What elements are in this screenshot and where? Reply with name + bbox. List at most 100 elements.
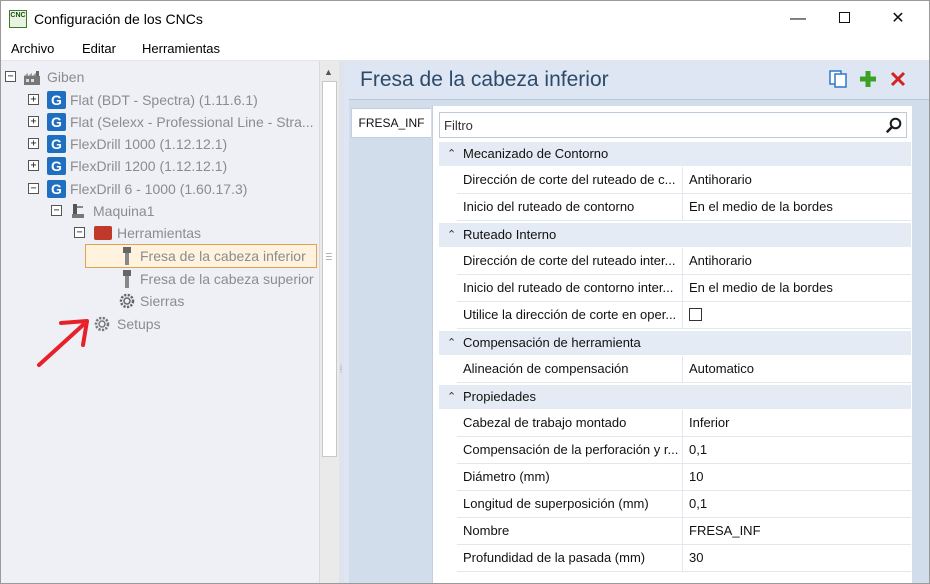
property-value[interactable]: Antihorario (686, 248, 910, 274)
tree-label-giben: Giben (47, 69, 85, 85)
category-row[interactable]: ⌃ Mecanizado de Contorno (439, 142, 911, 166)
toolbox-icon (94, 226, 112, 240)
property-value[interactable]: Inferior (686, 410, 910, 436)
property-value[interactable]: 30 (686, 545, 910, 571)
property-value[interactable]: En el medio de la bordes (686, 194, 910, 220)
property-name: Diámetro (mm) (459, 464, 683, 491)
maximize-button[interactable] (821, 1, 867, 37)
add-icon[interactable] (858, 69, 878, 89)
machine-icon (72, 204, 84, 218)
tree-node-cnc[interactable]: + G FlexDrill 1000 (1.12.12.1) (1, 133, 317, 155)
property-grid: ⌃ Mecanizado de Contorno Dirección de co… (432, 106, 912, 583)
mill-tool-icon (123, 270, 131, 288)
category-row[interactable]: ⌃ Ruteado Interno (439, 223, 911, 247)
giben-g-icon: G (47, 113, 66, 131)
collapse-chevron-icon[interactable]: ⌃ (447, 223, 456, 247)
search-icon[interactable] (886, 117, 902, 133)
property-row[interactable]: Nombre FRESA_INF (457, 518, 911, 545)
tab-fresa-inf[interactable]: FRESA_INF (351, 108, 431, 138)
filter-input[interactable] (444, 115, 864, 135)
tree-label-machine: Maquina1 (93, 203, 155, 219)
property-row[interactable]: Inicio del ruteado de contorno En el med… (457, 194, 911, 221)
property-value[interactable]: Antihorario (686, 167, 910, 193)
copy-icon[interactable] (828, 69, 848, 89)
tree-node-cnc[interactable]: + G Flat (BDT - Spectra) (1.11.6.1) (1, 89, 317, 111)
collapse-chevron-icon[interactable]: ⌃ (447, 331, 456, 355)
scroll-up-arrow-icon[interactable]: ▲ (324, 67, 333, 77)
menu-archivo[interactable]: Archivo (11, 41, 54, 56)
property-name: Inicio del ruteado de contorno inter... (459, 275, 683, 302)
tree-node-giben[interactable]: − Giben (1, 66, 301, 88)
expand-icon[interactable]: + (28, 160, 39, 171)
property-row[interactable]: Dirección de corte del ruteado de c... A… (457, 167, 911, 194)
tree-node-lower-mill[interactable]: Fresa de la cabeza inferior (1, 245, 317, 267)
splitter-grip-icon: ⁞ ⁞ (340, 365, 342, 375)
expand-icon[interactable]: + (28, 116, 39, 127)
property-name: Utilice la dirección de corte en oper... (459, 302, 683, 329)
tree-label-setups: Setups (117, 316, 161, 332)
giben-g-icon: G (47, 180, 66, 198)
tree-node-saws[interactable]: Sierras (1, 290, 317, 312)
category-label: Mecanizado de Contorno (463, 146, 609, 161)
tree-node-cnc[interactable]: − G FlexDrill 6 - 1000 (1.60.17.3) (1, 178, 317, 200)
property-row[interactable]: Compensación de la perforación y r... 0,… (457, 437, 911, 464)
property-name: Inicio del ruteado de contorno (459, 194, 683, 221)
property-row[interactable]: Utilice la dirección de corte en oper... (457, 302, 911, 329)
cnc-app-icon: CNC (9, 10, 27, 28)
menu-herramientas[interactable]: Herramientas (142, 41, 220, 56)
tree-label-cnc: FlexDrill 1000 (1.12.12.1) (70, 136, 228, 152)
window-title: Configuración de los CNCs (34, 11, 203, 27)
property-value[interactable]: Automatico (686, 356, 910, 382)
tree-node-tools[interactable]: − Herramientas (1, 222, 317, 244)
menu-editar[interactable]: Editar (82, 41, 116, 56)
property-name: Cabezal de trabajo montado (459, 410, 683, 437)
expand-icon[interactable]: + (28, 94, 39, 105)
tree-scrollbar[interactable]: ▲ ─ ─ ─ (319, 61, 339, 583)
property-row[interactable]: Alineación de compensación Automatico (457, 356, 911, 383)
property-name: Dirección de corte del ruteado de c... (459, 167, 683, 194)
tree-node-cnc[interactable]: + G FlexDrill 1200 (1.12.12.1) (1, 155, 317, 177)
category-row[interactable]: ⌃ Propiedades (439, 385, 911, 409)
cnc-tree: − Giben + G Flat (BDT - Spectra) (1.11.6… (1, 61, 319, 583)
tree-label-saws: Sierras (140, 293, 185, 309)
grip-icon: ─ ─ ─ (326, 249, 332, 264)
tree-label-cnc: FlexDrill 1200 (1.12.12.1) (70, 158, 228, 174)
property-value[interactable]: 10 (686, 464, 910, 490)
property-value[interactable]: En el medio de la bordes (686, 275, 910, 301)
property-row[interactable]: Inicio del ruteado de contorno inter... … (457, 275, 911, 302)
category-row[interactable]: ⌃ Compensación de herramienta (439, 331, 911, 355)
close-button[interactable]: ✕ (875, 1, 921, 37)
property-name: Alineación de compensación (459, 356, 683, 383)
collapse-icon[interactable]: − (5, 71, 16, 82)
property-name: Nombre (459, 518, 683, 545)
category-label: Ruteado Interno (463, 227, 557, 242)
tree-label-cnc: FlexDrill 6 - 1000 (1.60.17.3) (70, 181, 248, 197)
property-value[interactable]: 0,1 (686, 437, 910, 463)
collapse-chevron-icon[interactable]: ⌃ (447, 385, 456, 409)
collapse-icon[interactable]: − (51, 205, 62, 216)
property-row[interactable]: Profundidad de la pasada (mm) 30 (457, 545, 911, 572)
property-value[interactable]: 0,1 (686, 491, 910, 517)
collapse-icon[interactable]: − (74, 227, 85, 238)
scroll-thumb[interactable]: ─ ─ ─ (322, 81, 337, 457)
category-label: Propiedades (463, 389, 536, 404)
property-row[interactable]: Longitud de superposición (mm) 0,1 (457, 491, 911, 518)
giben-g-icon: G (47, 135, 66, 153)
tree-node-cnc[interactable]: + G Flat (Selexx - Professional Line - S… (1, 111, 317, 133)
direction-checkbox[interactable] (689, 308, 702, 322)
tree-node-machine[interactable]: − Maquina1 (1, 200, 317, 222)
filter-box (439, 112, 907, 138)
property-row[interactable]: Cabezal de trabajo montado Inferior (457, 410, 911, 437)
collapse-icon[interactable]: − (28, 183, 39, 194)
expand-icon[interactable]: + (28, 138, 39, 149)
tree-node-upper-mill[interactable]: Fresa de la cabeza superior (1, 268, 317, 290)
property-name: Compensación de la perforación y r... (459, 437, 683, 464)
minimize-button[interactable]: — (775, 1, 821, 37)
property-value[interactable] (686, 302, 910, 328)
property-row[interactable]: Dirección de corte del ruteado inter... … (457, 248, 911, 275)
delete-icon[interactable] (888, 69, 908, 89)
property-row[interactable]: Diámetro (mm) 10 (457, 464, 911, 491)
collapse-chevron-icon[interactable]: ⌃ (447, 142, 456, 166)
menu-bar: Archivo Editar Herramientas (1, 37, 929, 61)
property-value[interactable]: FRESA_INF (686, 518, 910, 544)
